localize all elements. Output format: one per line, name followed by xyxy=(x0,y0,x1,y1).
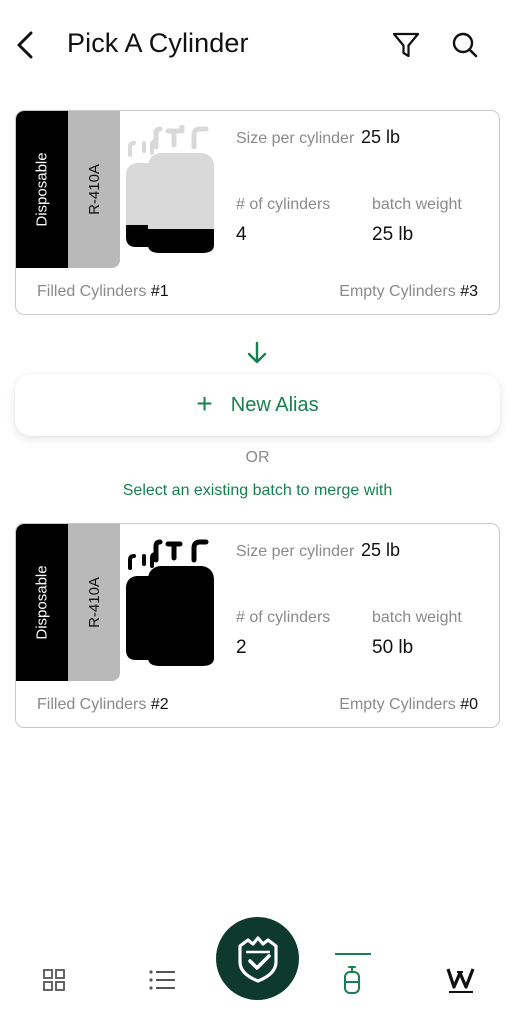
filled-cylinders-value: #1 xyxy=(150,283,169,300)
cylinder-count-value: 2 xyxy=(236,637,247,658)
cylinder-icon xyxy=(126,125,214,253)
filter-icon xyxy=(392,32,420,58)
bottom-navigation xyxy=(0,910,515,1024)
nav-list[interactable] xyxy=(142,960,182,1000)
empty-cylinders: Empty Cylinders #3 xyxy=(339,283,478,301)
shield-check-icon xyxy=(237,935,278,983)
cylinder-icon xyxy=(344,966,360,994)
plus-icon: + xyxy=(196,387,213,419)
new-alias-label: New Alias xyxy=(230,393,319,416)
filled-cylinders: Filled Cylinders #1 xyxy=(37,283,169,301)
cylinder-type-label: Disposable xyxy=(33,152,51,227)
batch-weight-value: 25 lb xyxy=(372,224,414,245)
back-button[interactable] xyxy=(10,28,40,62)
filled-cylinders: Filled Cylinders #2 xyxy=(37,696,169,714)
batch-weight-label: batch weight xyxy=(372,196,462,213)
refrigerant-label: R-410A xyxy=(85,577,103,628)
page-title: Pick A Cylinder xyxy=(67,28,249,58)
or-divider-text: OR xyxy=(245,449,270,466)
filled-cylinders-value: #2 xyxy=(150,696,169,713)
app-header: Pick A Cylinder xyxy=(0,0,515,90)
empty-cylinders: Empty Cylinders #0 xyxy=(339,696,478,714)
active-tab-indicator xyxy=(335,953,371,955)
filter-button[interactable] xyxy=(390,29,422,61)
cylinder-type-strip: Disposable xyxy=(16,111,68,268)
filled-cylinders-label: Filled Cylinders xyxy=(37,283,147,300)
nav-cylinders[interactable] xyxy=(332,960,372,1000)
nav-brand[interactable] xyxy=(441,960,481,1000)
empty-cylinders-label: Empty Cylinders xyxy=(339,696,456,713)
cylinder-batch-card[interactable]: Disposable R-410A Size per cylinder 25 l… xyxy=(15,110,500,315)
new-alias-button[interactable]: + New Alias xyxy=(15,374,500,436)
refrigerant-strip: R-410A xyxy=(68,111,120,268)
center-action-button[interactable] xyxy=(216,917,299,1000)
refrigerant-label: R-410A xyxy=(85,164,103,215)
cylinder-count-label: # of cylinders xyxy=(236,196,331,213)
size-per-cylinder-label: Size per cylinder xyxy=(236,130,355,147)
chevron-left-icon xyxy=(17,31,33,59)
search-icon xyxy=(452,32,478,58)
brand-w-icon xyxy=(446,968,475,993)
refrigerant-strip: R-410A xyxy=(68,524,120,681)
size-per-cylinder-label: Size per cylinder xyxy=(236,543,355,560)
nav-dashboard[interactable] xyxy=(34,960,74,1000)
empty-cylinders-value: #3 xyxy=(460,283,478,300)
empty-cylinders-label: Empty Cylinders xyxy=(339,283,456,300)
list-icon xyxy=(149,970,175,990)
size-per-cylinder-value: 25 lb xyxy=(361,127,401,147)
size-per-cylinder-value: 25 lb xyxy=(361,540,401,560)
batch-weight-value: 50 lb xyxy=(372,637,414,658)
merge-instruction-text: Select an existing batch to merge with xyxy=(122,482,393,499)
cylinder-count-value: 4 xyxy=(236,224,247,245)
cylinder-batch-card[interactable]: Disposable R-410A Size per cylinder 25 l… xyxy=(15,523,500,728)
cylinder-type-label: Disposable xyxy=(33,565,51,640)
search-button[interactable] xyxy=(449,29,481,61)
grid-icon xyxy=(43,969,65,991)
cylinder-icon xyxy=(126,539,214,666)
cylinder-count-label: # of cylinders xyxy=(236,609,331,626)
empty-cylinders-value: #0 xyxy=(460,696,478,713)
filled-cylinders-label: Filled Cylinders xyxy=(37,696,147,713)
batch-weight-label: batch weight xyxy=(372,609,462,626)
arrow-down-icon xyxy=(247,341,267,364)
cylinder-type-strip: Disposable xyxy=(16,524,68,681)
